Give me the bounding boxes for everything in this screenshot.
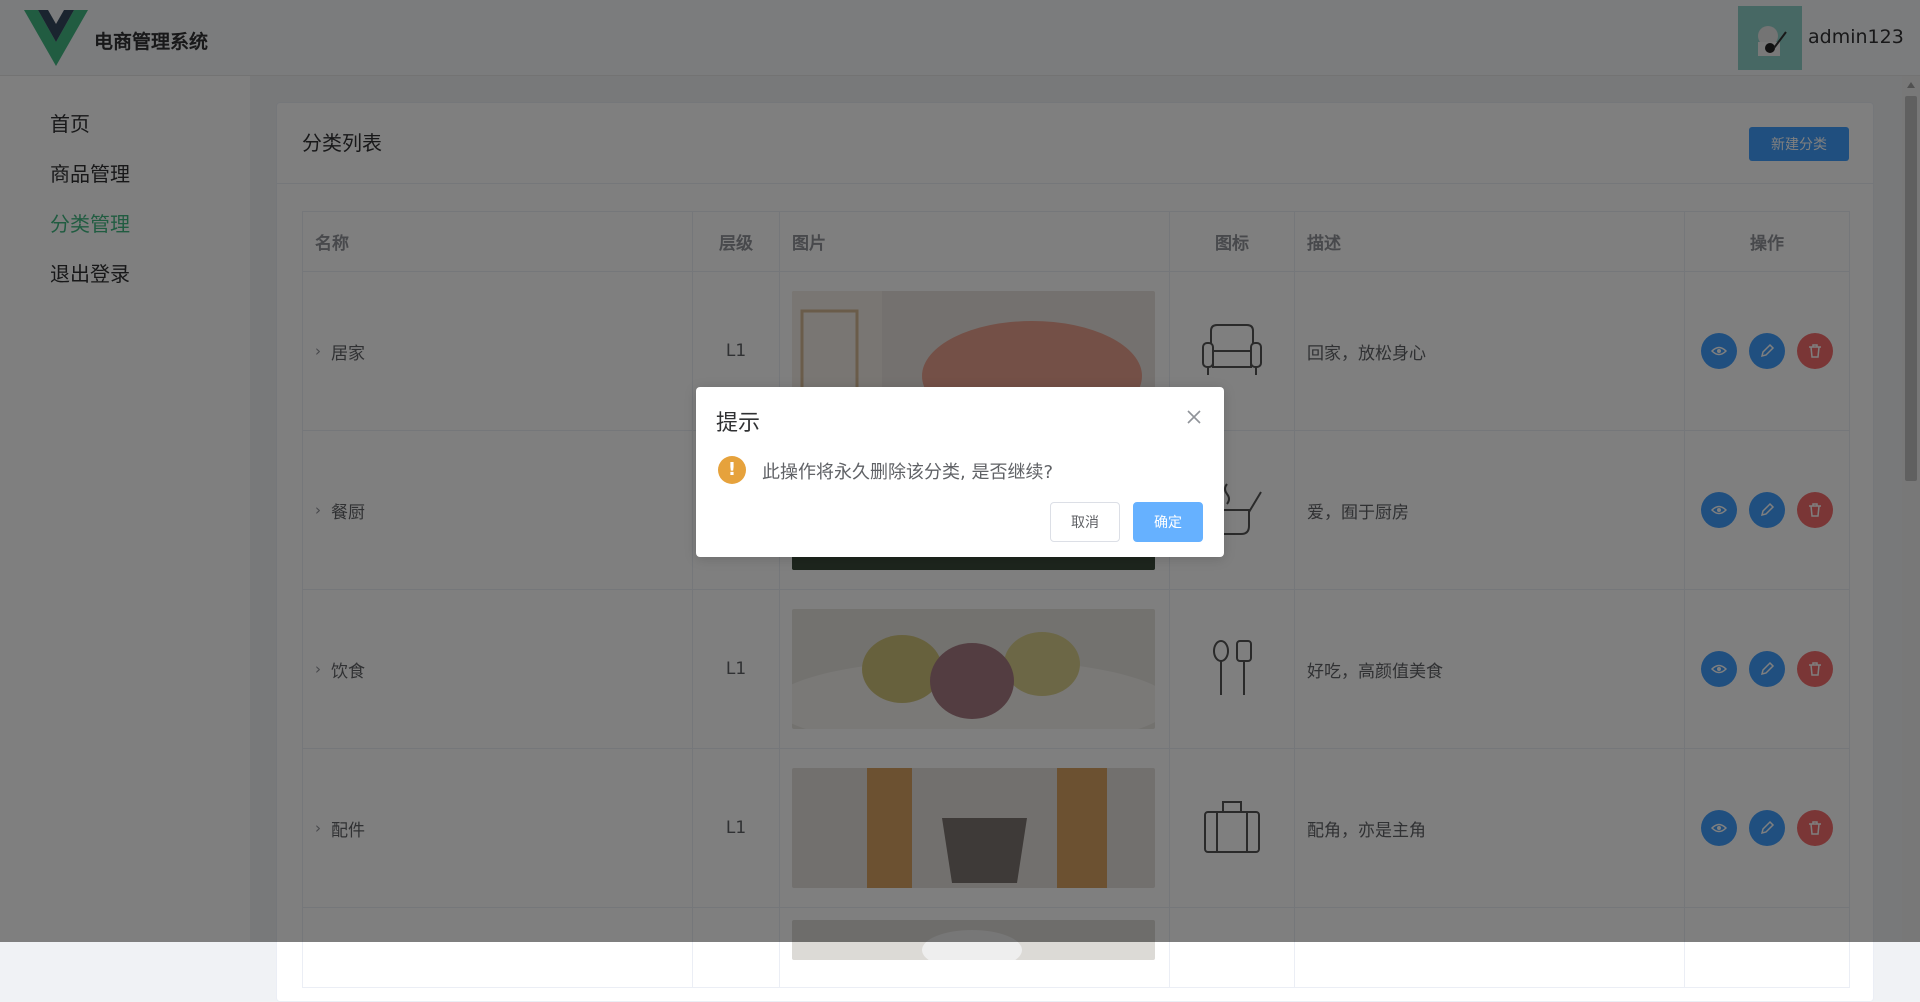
close-icon[interactable] <box>1184 407 1204 427</box>
confirm-button[interactable]: 确定 <box>1133 502 1203 542</box>
cancel-button[interactable]: 取消 <box>1050 502 1120 542</box>
warning-icon: ! <box>718 456 746 484</box>
dialog-message: 此操作将永久删除该分类, 是否继续? <box>762 462 1053 483</box>
confirm-dialog: 提示 ! 此操作将永久删除该分类, 是否继续? 取消 确定 <box>696 387 1224 557</box>
dialog-title: 提示 <box>716 411 761 436</box>
